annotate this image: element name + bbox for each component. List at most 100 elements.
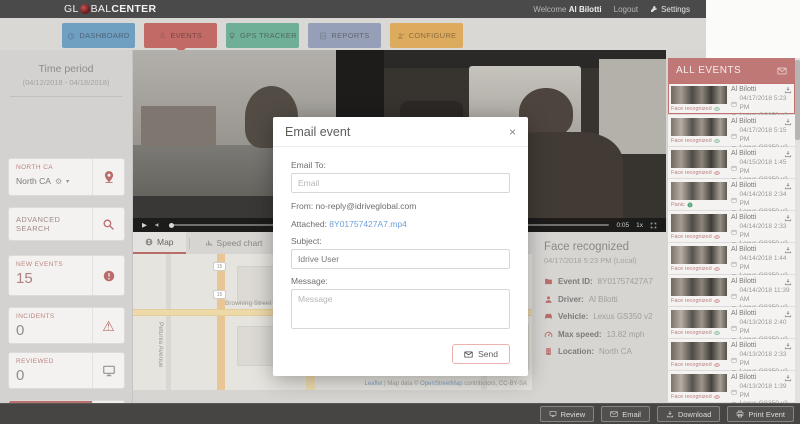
logout-link[interactable]: Logout: [614, 5, 638, 14]
settings-link[interactable]: Settings: [650, 5, 690, 14]
eye-icon: [714, 266, 720, 272]
calendar-icon: [731, 261, 737, 267]
osm-link[interactable]: OpenStreetMap: [420, 381, 462, 387]
chevron-down-icon: ▾: [66, 178, 69, 185]
download-icon[interactable]: [784, 118, 792, 126]
email-events-icon[interactable]: [777, 66, 787, 76]
download-icon[interactable]: [784, 310, 792, 318]
send-envelope-icon: [464, 350, 473, 359]
calendar-icon: [731, 229, 737, 235]
advanced-search-card[interactable]: ADVANCED SEARCH: [8, 207, 125, 241]
event-type-badge: Face recognized: [671, 362, 712, 368]
volume-icon[interactable]: [154, 221, 162, 229]
event-list-item[interactable]: Face recognized Al Bilotti 04/14/2018 1:…: [668, 243, 795, 275]
calendar-icon: [731, 165, 737, 171]
event-date: 04/13/2018 1:39 PM: [740, 383, 796, 400]
download-icon: [666, 410, 674, 418]
location-pin-icon[interactable]: [102, 170, 116, 184]
download-icon[interactable]: [784, 246, 792, 254]
tab-gps-tracker[interactable]: GPS TRACKER: [226, 23, 299, 48]
user-config-icon: [397, 32, 405, 40]
play-button[interactable]: ▶: [142, 221, 147, 229]
attached-line: Attached: 8Y01757427A7.mp4: [291, 219, 510, 229]
street-label: Browning Street: [225, 300, 271, 307]
new-events-card[interactable]: NEW EVENTS 15: [8, 255, 125, 296]
event-date: 04/14/2018 2:34 PM: [740, 191, 796, 208]
incidents-count: 0: [16, 322, 85, 339]
event-list-item[interactable]: Panic Al Bilotti 04/14/2018 2:34 PM Lexu…: [668, 179, 795, 211]
download-icon[interactable]: [784, 214, 792, 222]
route-shield: 15: [213, 290, 226, 299]
event-timestamp: 04/17/2018 5:23 PM (Local): [544, 256, 664, 265]
events-scrollbar[interactable]: [795, 58, 800, 403]
download-icon[interactable]: [784, 182, 792, 190]
warning-icon: ⚠: [159, 32, 166, 40]
tab-configure[interactable]: CONFIGURE: [390, 23, 463, 48]
logo-globe-icon: [80, 4, 90, 14]
bottom-action-bar: Review Email Download Print Event: [0, 403, 800, 424]
divider: [189, 238, 190, 249]
event-type-badge: Face recognized: [671, 394, 712, 400]
reviewed-label: REVIEWED: [16, 358, 85, 365]
reviewed-count: 0: [16, 367, 85, 384]
calendar-icon: [731, 133, 737, 139]
event-type-badge: Face recognized: [671, 330, 712, 336]
download-button[interactable]: Download: [657, 406, 720, 422]
event-type-badge: Face recognized: [671, 106, 712, 112]
gear-icon[interactable]: ⚙: [55, 177, 62, 186]
from-line: From: no-reply@idriveglobal.com: [291, 201, 510, 211]
tab-map[interactable]: Map: [133, 232, 186, 254]
event-list-item[interactable]: Face recognized Al Bilotti 04/15/2018 1:…: [668, 147, 795, 179]
driver-icon: [544, 295, 553, 304]
attachment-link[interactable]: 8Y01757427A7.mp4: [329, 219, 407, 229]
email-to-label: Email To:: [291, 160, 510, 170]
event-list-item[interactable]: Face recognized Al Bilotti 04/14/2018 11…: [668, 275, 795, 307]
email-to-input[interactable]: [291, 173, 510, 193]
tab-events[interactable]: ⚠ EVENTS: [144, 23, 217, 48]
eye-icon: [714, 394, 720, 400]
email-button[interactable]: Email: [601, 406, 650, 422]
subject-input[interactable]: [291, 249, 510, 269]
time-period-title: Time period: [0, 63, 132, 75]
fullscreen-icon[interactable]: [650, 222, 657, 229]
tab-dashboard[interactable]: DASHBOARD: [62, 23, 135, 48]
event-list-item[interactable]: Face recognized Al Bilotti 04/17/2018 5:…: [668, 115, 795, 147]
download-icon[interactable]: [784, 86, 792, 94]
event-type-badge: Face recognized: [671, 170, 712, 176]
logo-text-gl: GL: [64, 3, 79, 15]
map-highway: [217, 254, 225, 390]
all-events-title: ALL EVENTS: [676, 65, 741, 76]
event-list-item[interactable]: Face recognized Al Bilotti 04/13/2018 1:…: [668, 371, 795, 403]
event-list-item[interactable]: Face recognized Al Bilotti 04/14/2018 2:…: [668, 211, 795, 243]
reviewed-card[interactable]: REVIEWED 0: [8, 352, 125, 389]
close-icon[interactable]: ×: [509, 127, 516, 137]
event-list-item[interactable]: Face recognized Al Bilotti 04/17/2018 5:…: [668, 83, 795, 115]
leaflet-link[interactable]: Leaflet: [364, 381, 382, 387]
event-thumbnail: [671, 182, 727, 200]
download-icon[interactable]: [784, 374, 792, 382]
report-icon: [319, 32, 327, 40]
tab-reports[interactable]: REPORTS: [308, 23, 381, 48]
download-icon[interactable]: [784, 150, 792, 158]
from-address: no-reply@idriveglobal.com: [316, 201, 417, 211]
scrollbar-thumb[interactable]: [795, 60, 800, 140]
message-textarea[interactable]: [291, 289, 510, 329]
send-button[interactable]: Send: [452, 344, 510, 364]
car-icon: [544, 312, 553, 321]
incidents-label: INCIDENTS: [16, 313, 85, 320]
email-icon: [610, 410, 618, 418]
event-list-item[interactable]: Face recognized Al Bilotti 04/13/2018 2:…: [668, 307, 795, 339]
tab-speed-chart[interactable]: Speed chart: [193, 232, 275, 254]
speedometer-icon: [544, 330, 553, 339]
email-event-modal: Email event × Email To: From: no-reply@i…: [273, 117, 528, 376]
download-icon[interactable]: [784, 342, 792, 350]
review-button[interactable]: Review: [540, 406, 595, 422]
incidents-card[interactable]: INCIDENTS 0 ⚠: [8, 307, 125, 344]
print-event-button[interactable]: Print Event: [727, 406, 794, 422]
region-select[interactable]: North CA ⚙ ▾: [16, 176, 85, 186]
main-nav: DASHBOARD ⚠ EVENTS GPS TRACKER REPORTS C…: [0, 18, 706, 50]
download-icon[interactable]: [784, 278, 792, 286]
playback-speed[interactable]: 1x: [636, 222, 643, 229]
event-list-item[interactable]: Face recognized Al Bilotti 04/13/2018 2:…: [668, 339, 795, 371]
new-events-count: 15: [16, 270, 85, 287]
